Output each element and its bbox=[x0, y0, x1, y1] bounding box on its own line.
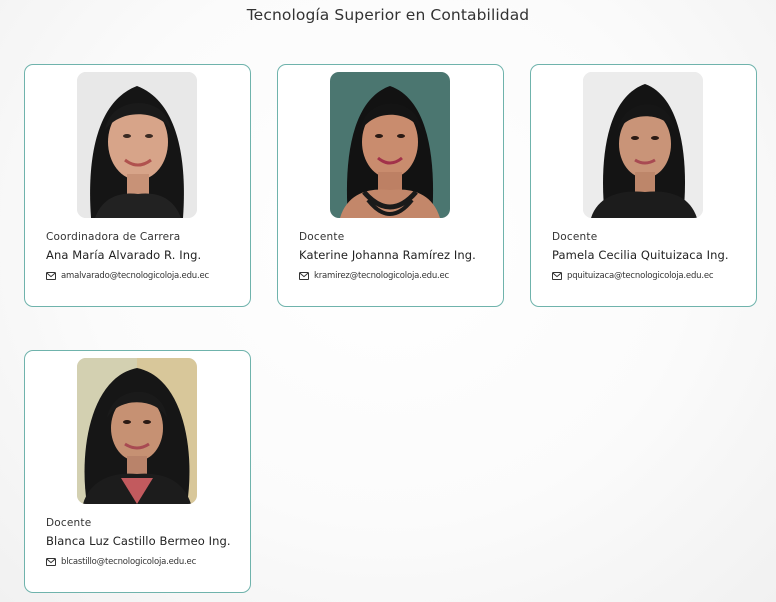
mail-icon bbox=[46, 272, 56, 280]
staff-name: Katerine Johanna Ramírez Ing. bbox=[299, 248, 476, 262]
email-row: pquituizaca@tecnologicoloja.edu.ec bbox=[552, 271, 714, 281]
profile-photo-image bbox=[77, 72, 197, 218]
profile-photo-image bbox=[583, 72, 703, 218]
staff-card: Docente Blanca Luz Castillo Bermeo Ing. … bbox=[24, 350, 251, 593]
staff-page: Tecnología Superior en Contabilidad Coor… bbox=[0, 0, 776, 602]
profile-photo bbox=[77, 358, 197, 504]
staff-role: Docente bbox=[46, 517, 92, 529]
staff-role: Docente bbox=[552, 231, 598, 243]
email-link[interactable]: blcastillo@tecnologicoloja.edu.ec bbox=[61, 557, 196, 567]
profile-photo-image bbox=[77, 358, 197, 504]
email-row: amalvarado@tecnologicoloja.edu.ec bbox=[46, 271, 209, 281]
staff-name: Ana María Alvarado R. Ing. bbox=[46, 248, 202, 262]
staff-card: Coordinadora de Carrera Ana María Alvara… bbox=[24, 64, 251, 307]
staff-role: Coordinadora de Carrera bbox=[46, 231, 181, 243]
profile-photo-image bbox=[330, 72, 450, 218]
staff-name: Pamela Cecilia Quituizaca Ing. bbox=[552, 248, 729, 262]
staff-name: Blanca Luz Castillo Bermeo Ing. bbox=[46, 534, 231, 548]
email-row: kramirez@tecnologicoloja.edu.ec bbox=[299, 271, 449, 281]
mail-icon bbox=[46, 558, 56, 566]
email-link[interactable]: amalvarado@tecnologicoloja.edu.ec bbox=[61, 271, 209, 281]
page-title: Tecnología Superior en Contabilidad bbox=[246, 6, 530, 24]
email-row: blcastillo@tecnologicoloja.edu.ec bbox=[46, 557, 196, 567]
profile-photo bbox=[330, 72, 450, 218]
email-link[interactable]: kramirez@tecnologicoloja.edu.ec bbox=[314, 271, 449, 281]
email-link[interactable]: pquituizaca@tecnologicoloja.edu.ec bbox=[567, 271, 714, 281]
staff-card: Docente Katerine Johanna Ramírez Ing. kr… bbox=[277, 64, 504, 307]
mail-icon bbox=[552, 272, 562, 280]
mail-icon bbox=[299, 272, 309, 280]
profile-photo bbox=[77, 72, 197, 218]
profile-photo bbox=[583, 72, 703, 218]
staff-card: Docente Pamela Cecilia Quituizaca Ing. p… bbox=[530, 64, 757, 307]
staff-role: Docente bbox=[299, 231, 345, 243]
